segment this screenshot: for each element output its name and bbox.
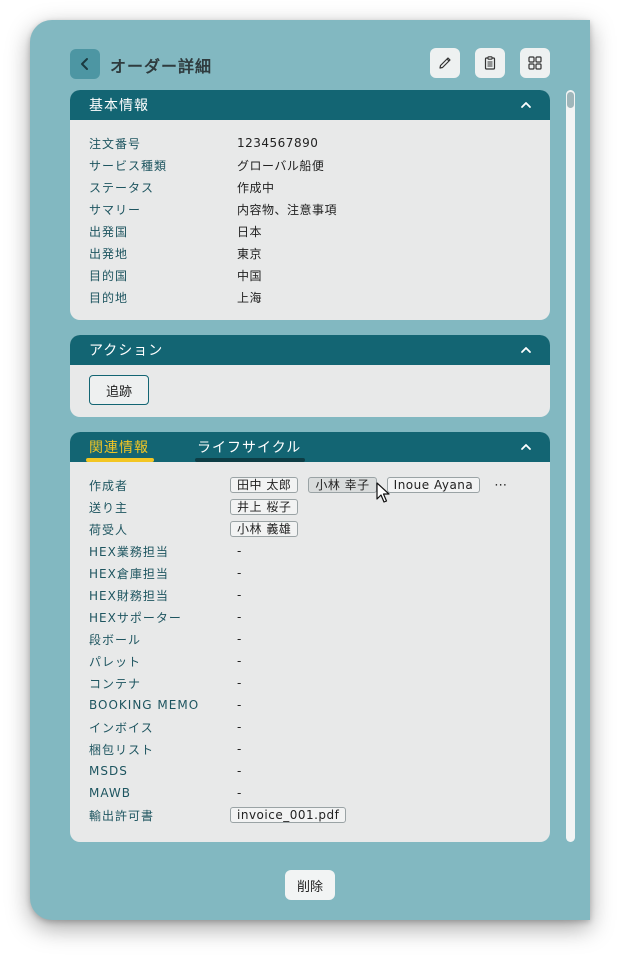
track-button[interactable]: 追跡	[89, 375, 149, 405]
related-row: HEX業務担当 -	[89, 544, 242, 559]
action-panel: アクション 追跡	[70, 335, 550, 417]
layout-button[interactable]	[520, 48, 550, 78]
delete-button[interactable]: 削除	[285, 870, 335, 900]
basic-info-panel: 基本情報 注文番号 1234567890 サービス種類 グローバル船便 ステータス作…	[70, 90, 550, 320]
sender-row: 送り主 井上 桜子	[89, 497, 308, 517]
related-row: HEX財務担当 -	[89, 588, 242, 603]
receiver-row: 荷受人 小林 義雄	[89, 519, 308, 539]
grid-icon	[528, 56, 542, 70]
related-row: パレット -	[89, 654, 242, 669]
order-detail-window: オーダー詳細 基本情報 注文番号 1234567890 サービス種類 グローバル船便…	[30, 20, 590, 920]
chevron-up-icon[interactable]	[520, 441, 532, 453]
creator-row: 作成者 田中 太郎 小林 幸子 Inoue Ayana ⋯	[89, 477, 508, 493]
related-row: HEXサポーター -	[89, 610, 242, 625]
service-type-row: サービス種類 グローバル船便	[89, 158, 325, 173]
related-tabs-header: 関連情報 ライフサイクル	[70, 432, 550, 462]
related-row: HEX倉庫担当 -	[89, 566, 242, 581]
edit-button[interactable]	[430, 48, 460, 78]
attachment-chip[interactable]: invoice_001.pdf	[230, 807, 347, 823]
origin-city-row: 出発地 東京	[89, 246, 263, 261]
related-row: 梱包リスト -	[89, 742, 242, 757]
order-number-row: 注文番号 1234567890	[89, 136, 319, 151]
destination-city-row: 目的地 上海	[89, 290, 263, 305]
summary-row: サマリー 内容物、注意事項	[89, 202, 338, 217]
export-permit-row: 輸出許可書 invoice_001.pdf	[89, 805, 356, 825]
status-row: ステータス 作成中	[89, 180, 275, 195]
action-header[interactable]: アクション	[70, 335, 550, 365]
clipboard-icon	[484, 56, 496, 70]
chevron-up-icon[interactable]	[520, 99, 532, 111]
copy-button[interactable]	[475, 48, 505, 78]
chevron-left-icon	[81, 58, 88, 70]
related-row: コンテナ -	[89, 676, 242, 691]
more-creators-button[interactable]: ⋯	[494, 478, 507, 493]
action-title: アクション	[89, 343, 164, 359]
scrollbar-thumb[interactable]	[567, 92, 574, 108]
related-row: インボイス -	[89, 720, 242, 735]
creator-chip[interactable]: Inoue Ayana	[386, 477, 481, 493]
back-button[interactable]	[70, 49, 100, 79]
related-row: MAWB -	[89, 786, 242, 800]
sender-chip[interactable]: 井上 桜子	[230, 499, 299, 515]
related-row: BOOKING MEMO -	[89, 698, 242, 712]
basic-info-header[interactable]: 基本情報	[70, 90, 550, 120]
pencil-icon	[439, 57, 451, 69]
creator-chip[interactable]: 小林 幸子	[308, 477, 377, 493]
chevron-up-icon[interactable]	[520, 344, 532, 356]
active-tab-indicator	[86, 458, 154, 462]
origin-country-row: 出発国 日本	[89, 224, 263, 239]
mouse-pointer-icon	[376, 482, 390, 503]
scrollbar[interactable]	[566, 90, 575, 842]
inactive-tab-indicator	[195, 458, 305, 462]
receiver-chip[interactable]: 小林 義雄	[230, 521, 299, 537]
related-row: 段ボール -	[89, 632, 242, 647]
page-title: オーダー詳細	[110, 57, 213, 76]
related-row: MSDS -	[89, 764, 242, 778]
destination-country-row: 目的国 中国	[89, 268, 263, 283]
related-info-panel: 関連情報 ライフサイクル 作成者 田中 太郎 小林 幸子 Inoue Ayana…	[70, 432, 550, 842]
header: オーダー詳細	[70, 48, 550, 80]
basic-info-title: 基本情報	[89, 98, 149, 114]
creator-chip[interactable]: 田中 太郎	[230, 477, 299, 493]
